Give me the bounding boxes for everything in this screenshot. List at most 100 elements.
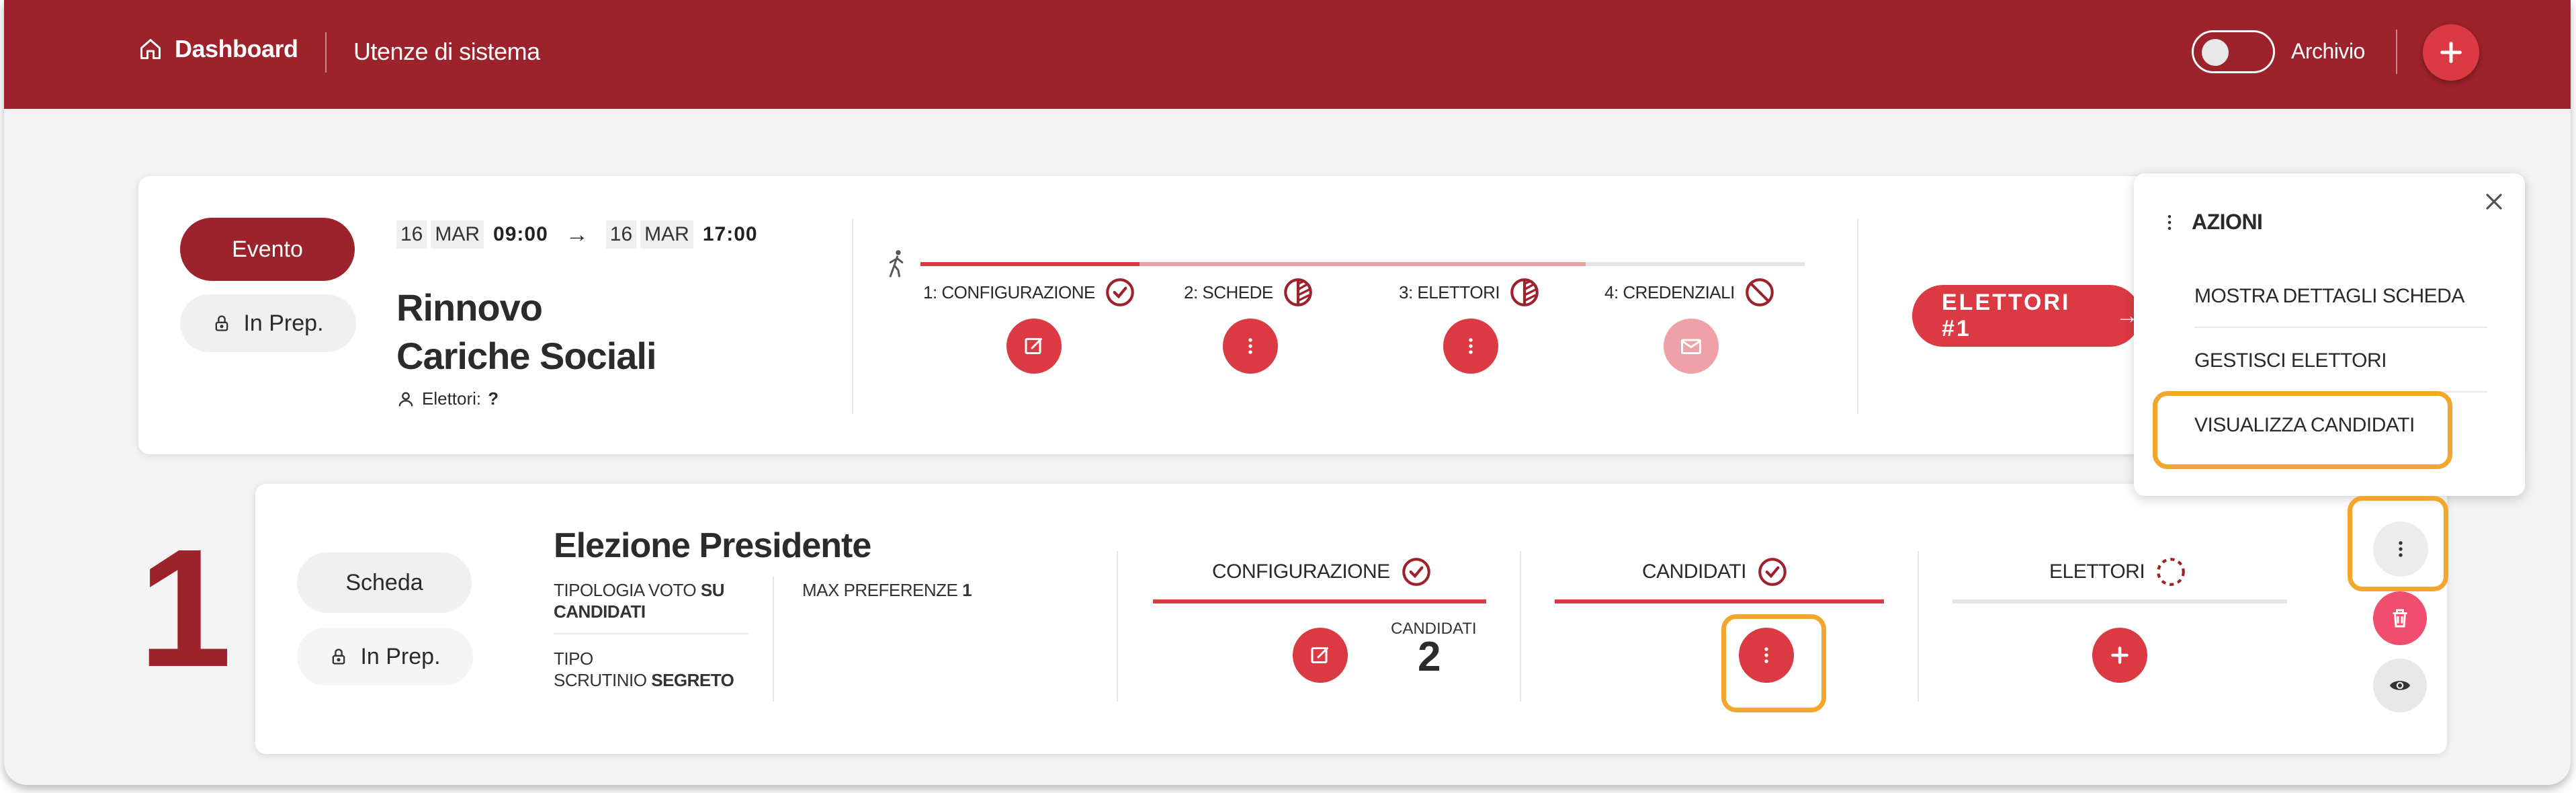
more-vertical-icon xyxy=(2167,214,2172,230)
electors-button[interactable]: ELETTORI #1 → xyxy=(1912,285,2141,347)
more-vertical-icon xyxy=(1248,338,1252,354)
electors-column-bar xyxy=(1952,599,2287,603)
event-status-badge: In Prep. xyxy=(180,294,356,352)
end-day: 16 xyxy=(605,220,637,249)
system-users-link[interactable]: Utenze di sistema xyxy=(353,38,540,66)
highlight-view-candidates xyxy=(2153,391,2452,469)
electors-button-label: ELETTORI #1 xyxy=(1942,290,2071,341)
app-window: Dashboard Utenze di sistema Archivio Eve… xyxy=(4,0,2571,785)
header-divider xyxy=(325,32,327,73)
divider xyxy=(1520,551,1521,702)
divider xyxy=(852,219,853,414)
end-time: 17:00 xyxy=(702,223,758,245)
vote-type-value-2: CANDIDATI xyxy=(554,601,646,622)
step-schede: 2: SCHEDE xyxy=(1184,276,1315,309)
ballot-status-label: In Prep. xyxy=(360,643,441,669)
step-credenziali: 4: CREDENZIALI xyxy=(1604,276,1776,309)
elettori-menu-button[interactable] xyxy=(1443,319,1498,374)
arrow-right-icon: → xyxy=(565,221,589,247)
walking-person-icon xyxy=(889,250,904,278)
event-electors: Elettori: ? xyxy=(396,388,499,409)
start-month: MAR xyxy=(431,220,484,249)
half-circle-icon xyxy=(1283,278,1312,306)
scrutiny-value: SEGRETO xyxy=(651,670,734,690)
ballot-card: Scheda In Prep. Elezione Presidente TIPO… xyxy=(255,484,2447,754)
candidates-column-bar xyxy=(1555,599,1884,603)
schede-menu-button[interactable] xyxy=(1223,319,1278,374)
step-elettori: 3: ELETTORI xyxy=(1399,276,1541,309)
scrutiny-label: TIPO xyxy=(554,649,593,669)
check-circle-icon xyxy=(1402,558,1430,586)
divider xyxy=(1857,219,1858,414)
close-icon[interactable] xyxy=(2481,188,2507,215)
highlight-candidates-menu xyxy=(1721,614,1826,712)
step-label: 2: SCHEDE xyxy=(1184,282,1273,302)
config-column-header: CONFIGURAZIONE xyxy=(1212,555,1433,589)
more-vertical-icon xyxy=(1469,338,1473,354)
event-title: Rinnovo Cariche Sociali xyxy=(396,284,746,380)
event-type-badge: Evento xyxy=(180,218,355,281)
menu-divider xyxy=(2194,327,2487,328)
end-month: MAR xyxy=(640,220,693,249)
electors-label: Elettori: xyxy=(422,388,482,409)
menu-item-ballot-details[interactable]: MOSTRA DETTAGLI SCHEDA xyxy=(2194,285,2464,308)
edit-icon xyxy=(1025,338,1042,354)
event-title-line1: Rinnovo xyxy=(396,286,543,329)
highlight-ballot-actions xyxy=(2348,496,2448,591)
actions-menu-title: AZIONI xyxy=(2163,210,2263,235)
event-dates: 16 MAR 09:00 → 16 MAR 17:00 xyxy=(396,220,758,249)
add-electors-button[interactable] xyxy=(2092,628,2147,683)
mail-icon xyxy=(1681,339,1701,354)
scrutiny-label-2: SCRUTINIO xyxy=(554,670,647,690)
ballot-number: 1 xyxy=(138,514,232,702)
vote-type-label: TIPOLOGIA VOTO xyxy=(554,580,697,600)
progress-track-todo xyxy=(1586,262,1805,266)
view-ballot-button[interactable] xyxy=(2373,659,2427,712)
check-circle-icon xyxy=(1106,278,1134,306)
ballot-title: Elezione Presidente xyxy=(554,526,871,565)
edit-configuration-button[interactable] xyxy=(1006,319,1062,374)
event-status-label: In Prep. xyxy=(243,310,324,336)
electors-value: ? xyxy=(488,388,499,409)
archive-toggle[interactable] xyxy=(2192,30,2275,73)
archive-label: Archivio xyxy=(2291,39,2365,63)
edit-ballot-config-button[interactable] xyxy=(1293,628,1348,683)
step-label: 3: ELETTORI xyxy=(1399,282,1500,302)
candidates-count: 2 xyxy=(1418,634,1441,680)
candidates-column-label: CANDIDATI xyxy=(1642,560,1746,583)
divider xyxy=(1918,551,1919,702)
progress-track-partial xyxy=(1140,262,1586,266)
divider xyxy=(773,577,774,702)
meta-divider xyxy=(554,633,748,634)
ballot-type-badge: Scheda xyxy=(297,552,472,613)
edit-icon xyxy=(1311,647,1328,663)
step-configurazione: 1: CONFIGURAZIONE xyxy=(923,276,1137,309)
home-icon xyxy=(140,39,161,59)
lock-icon xyxy=(333,649,345,665)
eye-icon xyxy=(2390,681,2410,690)
start-time: 09:00 xyxy=(493,223,548,245)
add-event-button[interactable] xyxy=(2423,24,2479,81)
user-icon xyxy=(398,392,413,407)
config-column-bar xyxy=(1153,599,1486,603)
electors-column-header: ELETTORI xyxy=(2049,555,2188,589)
scrutiny-type: TIPO SCRUTINIO SEGRETO xyxy=(554,648,748,691)
menu-item-manage-electors[interactable]: GESTISCI ELETTORI xyxy=(2194,349,2387,372)
progress-track-done xyxy=(920,262,1140,266)
lock-icon xyxy=(216,315,228,331)
max-pref-value: 1 xyxy=(962,580,972,600)
credenziali-mail-button[interactable] xyxy=(1664,319,1719,374)
dashboard-link[interactable]: Dashboard xyxy=(138,35,298,63)
ballot-type-label: Scheda xyxy=(345,569,423,595)
dashboard-label: Dashboard xyxy=(175,35,298,62)
event-type-label: Evento xyxy=(232,236,303,262)
check-circle-icon xyxy=(1758,558,1787,586)
header-divider xyxy=(2396,30,2397,74)
candidates-column-header: CANDIDATI xyxy=(1642,555,1789,589)
top-bar: Dashboard Utenze di sistema Archivio xyxy=(4,0,2571,109)
start-day: 16 xyxy=(396,220,427,249)
blocked-icon xyxy=(1745,278,1774,306)
delete-ballot-button[interactable] xyxy=(2373,591,2427,645)
electors-column-label: ELETTORI xyxy=(2049,560,2145,583)
ballot-status-badge: In Prep. xyxy=(297,628,473,685)
